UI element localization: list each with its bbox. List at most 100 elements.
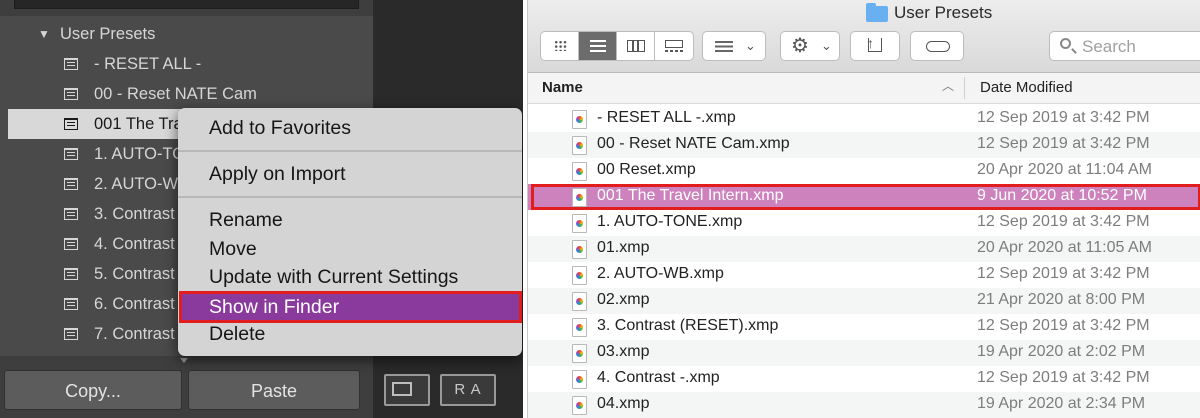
preset-icon bbox=[64, 118, 78, 130]
preset-item[interactable]: 00 - Reset NATE Cam bbox=[8, 79, 373, 109]
menu-item-move[interactable]: Move bbox=[178, 235, 522, 263]
menu-item-label: Move bbox=[209, 238, 257, 260]
copy-button[interactable]: Copy... bbox=[4, 370, 182, 410]
preset-label: 00 - Reset NATE Cam bbox=[94, 85, 257, 103]
column-header-date-modified[interactable]: Date Modified bbox=[980, 79, 1073, 96]
sidebar-top-bar bbox=[14, 0, 359, 9]
file-row[interactable]: 03.xmp 19 Apr 2020 at 2:02 PM bbox=[528, 340, 1200, 366]
menu-item-label: Apply on Import bbox=[209, 163, 346, 185]
file-row[interactable]: 01.xmp 20 Apr 2020 at 11:05 AM bbox=[528, 236, 1200, 262]
preset-label: 3. Contrast bbox=[94, 205, 175, 223]
menu-item-label: Update with Current Settings bbox=[209, 266, 459, 288]
preset-icon bbox=[64, 178, 78, 190]
preset-icon bbox=[64, 268, 78, 280]
file-name: 01.xmp bbox=[597, 239, 650, 256]
preset-label: 6. Contrast bbox=[94, 295, 175, 313]
preset-folder-user-presets[interactable]: ▼ User Presets bbox=[38, 19, 338, 49]
file-row[interactable]: 04.xmp 19 Apr 2020 at 2:34 PM bbox=[528, 392, 1200, 418]
icon-view-icon bbox=[554, 40, 567, 51]
preset-icon bbox=[64, 88, 78, 100]
preset-folder-label: User Presets bbox=[60, 25, 156, 43]
preset-icon bbox=[64, 328, 78, 340]
preset-label: 2. AUTO-WB bbox=[94, 175, 190, 193]
action-gear-button[interactable]: ⚙ ⌄ bbox=[780, 31, 840, 61]
search-placeholder: Search bbox=[1082, 37, 1136, 56]
menu-separator bbox=[178, 150, 522, 152]
disclosure-triangle-icon[interactable]: ▼ bbox=[38, 19, 50, 49]
preset-label: 001 The Tra bbox=[94, 115, 183, 133]
share-button[interactable]: ↑ bbox=[850, 31, 900, 61]
file-date: 12 Sep 2019 at 3:42 PM bbox=[977, 109, 1150, 126]
gallery-view-button[interactable] bbox=[655, 32, 693, 60]
chevron-down-icon: ⌄ bbox=[821, 38, 832, 53]
file-row[interactable]: 00 - Reset NATE Cam.xmp 12 Sep 2019 at 3:… bbox=[528, 132, 1200, 158]
file-name: 02.xmp bbox=[597, 291, 650, 308]
group-by-button[interactable]: ⌄ bbox=[702, 31, 766, 61]
window-title: User Presets bbox=[894, 3, 993, 22]
column-divider[interactable] bbox=[964, 77, 965, 99]
list-view-icon bbox=[590, 40, 606, 52]
preset-label: - RESET ALL - bbox=[94, 55, 202, 73]
file-name: 04.xmp bbox=[597, 395, 650, 412]
search-field[interactable]: Search bbox=[1049, 31, 1200, 61]
menu-item-label: Add to Favorites bbox=[209, 117, 351, 139]
file-date: 12 Sep 2019 at 3:42 PM bbox=[977, 317, 1150, 334]
tag-icon bbox=[926, 41, 950, 52]
xmp-file-icon bbox=[572, 110, 587, 129]
preset-icon bbox=[64, 148, 78, 160]
column-view-icon bbox=[627, 40, 645, 52]
xmp-file-icon bbox=[572, 318, 587, 337]
scroll-down-caret-icon[interactable] bbox=[180, 358, 188, 363]
file-row[interactable]: - RESET ALL -.xmp 12 Sep 2019 at 3:42 PM bbox=[528, 106, 1200, 132]
xmp-file-icon bbox=[572, 136, 587, 155]
file-date: 20 Apr 2020 at 11:04 AM bbox=[977, 161, 1152, 178]
menu-item-add-to-favorites[interactable]: Add to Favorites bbox=[178, 114, 522, 142]
menu-item-rename[interactable]: Rename bbox=[178, 206, 522, 234]
xmp-file-icon bbox=[572, 344, 587, 363]
loupe-view-icon bbox=[392, 382, 412, 396]
loupe-view-button[interactable] bbox=[384, 374, 430, 406]
file-date: 20 Apr 2020 at 11:05 AM bbox=[977, 239, 1152, 256]
annotation-highlight-frame bbox=[531, 184, 1200, 210]
preset-icon bbox=[64, 58, 78, 70]
preset-label: 1. AUTO-TO bbox=[94, 145, 186, 163]
xmp-file-icon bbox=[572, 240, 587, 259]
chevron-down-icon: ⌄ bbox=[745, 38, 756, 53]
file-date: 21 Apr 2020 at 8:00 PM bbox=[977, 291, 1146, 308]
menu-item-label: Rename bbox=[209, 209, 283, 231]
sort-ascending-icon[interactable]: ︿ bbox=[942, 77, 954, 94]
file-name: 4. Contrast -.xmp bbox=[597, 369, 720, 386]
file-name: 03.xmp bbox=[597, 343, 650, 360]
preset-item[interactable]: - RESET ALL - bbox=[8, 49, 373, 79]
xmp-file-icon bbox=[572, 292, 587, 311]
menu-item-delete[interactable]: Delete bbox=[178, 320, 522, 348]
menu-item-update-settings[interactable]: Update with Current Settings bbox=[178, 263, 522, 291]
before-after-button[interactable]: R A bbox=[440, 374, 496, 406]
column-header-name[interactable]: Name bbox=[542, 79, 583, 96]
group-icon bbox=[715, 41, 733, 52]
xmp-file-icon bbox=[572, 214, 587, 233]
file-name: - RESET ALL -.xmp bbox=[597, 109, 736, 126]
preset-label: 4. Contrast bbox=[94, 235, 175, 253]
share-arrow-icon: ↑ bbox=[867, 35, 874, 51]
tags-button[interactable] bbox=[910, 31, 964, 61]
preset-icon bbox=[64, 298, 78, 310]
xmp-file-icon bbox=[572, 396, 587, 415]
menu-item-apply-on-import[interactable]: Apply on Import bbox=[178, 160, 522, 188]
column-header-row: Name ︿ Date Modified bbox=[528, 73, 1200, 104]
icon-view-button[interactable] bbox=[541, 32, 579, 60]
column-view-button[interactable] bbox=[617, 32, 655, 60]
file-date: 12 Sep 2019 at 3:42 PM bbox=[977, 135, 1150, 152]
preset-label: 7. Contrast bbox=[94, 325, 175, 343]
file-row[interactable]: 1. AUTO-TONE.xmp 12 Sep 2019 at 3:42 PM bbox=[528, 210, 1200, 236]
file-name: 1. AUTO-TONE.xmp bbox=[597, 213, 743, 230]
file-date: 12 Sep 2019 at 3:42 PM bbox=[977, 369, 1150, 386]
list-view-button[interactable] bbox=[579, 32, 617, 60]
annotation-highlight-frame bbox=[179, 291, 522, 323]
file-row[interactable]: 2. AUTO-WB.xmp 12 Sep 2019 at 3:42 PM bbox=[528, 262, 1200, 288]
file-row[interactable]: 4. Contrast -.xmp 12 Sep 2019 at 3:42 PM bbox=[528, 366, 1200, 392]
paste-button[interactable]: Paste bbox=[188, 370, 360, 410]
file-row[interactable]: 3. Contrast (RESET).xmp 12 Sep 2019 at 3:… bbox=[528, 314, 1200, 340]
file-row[interactable]: 02.xmp 21 Apr 2020 at 8:00 PM bbox=[528, 288, 1200, 314]
file-row[interactable]: 00 Reset.xmp 20 Apr 2020 at 11:04 AM bbox=[528, 158, 1200, 184]
